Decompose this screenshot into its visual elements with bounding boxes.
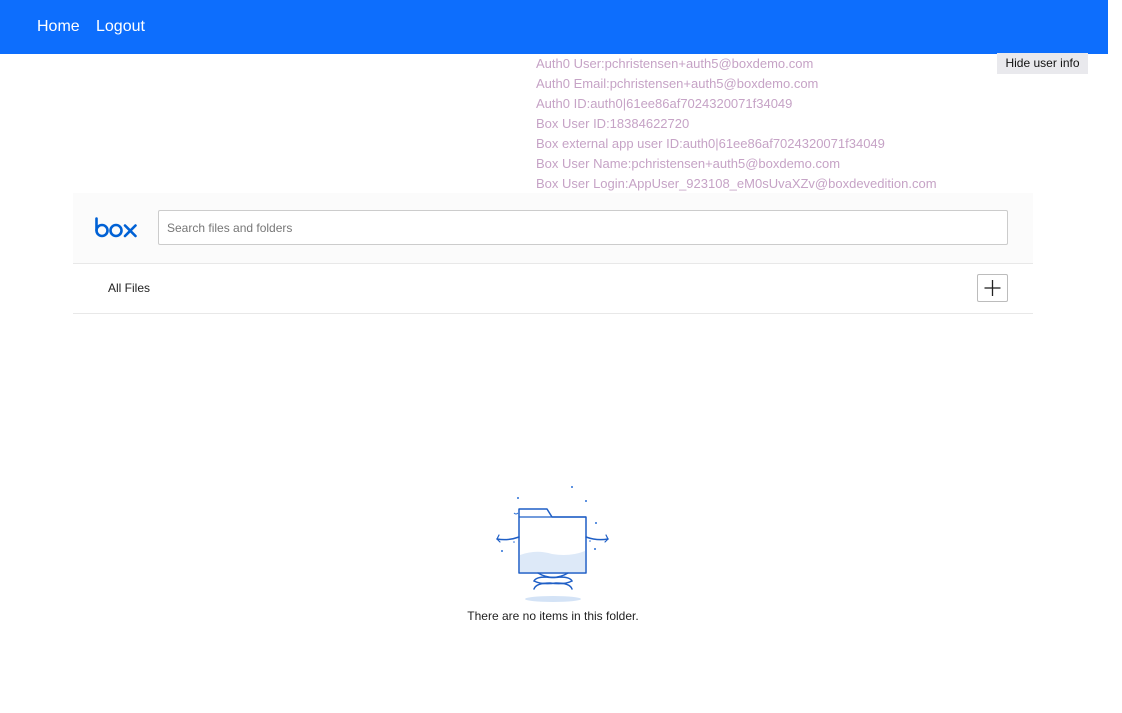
explorer-subheader: All Files <box>73 264 1033 314</box>
auth0-email-text: Auth0 Email:pchristensen+auth5@boxdemo.c… <box>536 76 819 91</box>
explorer-header <box>73 193 1033 264</box>
add-button[interactable] <box>977 274 1008 302</box>
box-user-login-text: Box User Login:AppUser_923108_eM0sUvaXZv… <box>536 176 937 191</box>
box-external-app-user-id-text: Box external app user ID:auth0|61ee86af7… <box>536 136 885 151</box>
empty-folder-message: There are no items in this folder. <box>467 609 639 623</box>
nav-home-link[interactable]: Home <box>37 17 80 37</box>
box-content-explorer: All Files There are no i <box>73 193 1033 693</box>
nav-logout-link[interactable]: Logout <box>96 17 145 37</box>
box-user-id-text: Box User ID:18384622720 <box>536 116 690 131</box>
search-input[interactable] <box>158 210 1008 245</box>
breadcrumb-all-files[interactable]: All Files <box>108 281 150 295</box>
auth0-user-text: Auth0 User:pchristensen+auth5@boxdemo.co… <box>536 56 814 71</box>
top-navbar: Home Logout <box>0 0 1108 54</box>
plus-icon <box>984 280 1001 296</box>
box-logo-icon[interactable] <box>94 217 138 239</box>
box-user-name-text: Box User Name:pchristensen+auth5@boxdemo… <box>536 156 841 171</box>
hide-user-info-button[interactable]: Hide user info <box>997 53 1088 74</box>
auth0-id-text: Auth0 ID:auth0|61ee86af7024320071f34049 <box>536 96 793 111</box>
empty-folder-illustration-icon <box>496 486 609 602</box>
user-info-panel: Auth0 User:pchristensen+auth5@boxdemo.co… <box>536 55 937 195</box>
